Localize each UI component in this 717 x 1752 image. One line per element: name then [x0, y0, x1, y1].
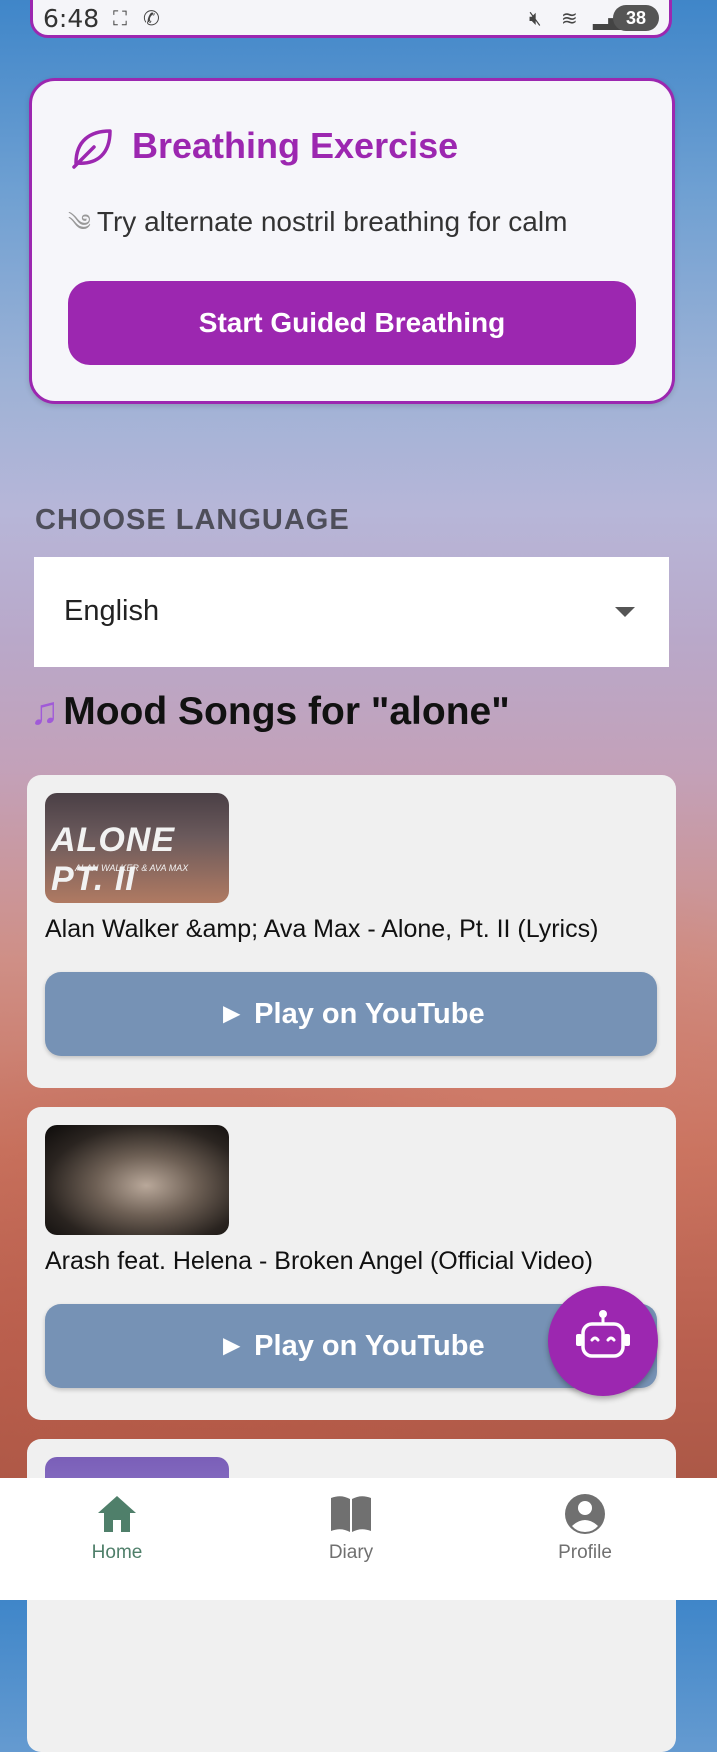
screenshot-icon: ⛶: [113, 6, 127, 30]
nav-profile-label: Profile: [558, 1542, 612, 1563]
mood-songs-heading: ♫ Mood Songs for "alone": [30, 690, 510, 734]
choose-language-label: CHOOSE LANGUAGE: [35, 504, 350, 536]
song-title: Alan Walker &amp; Ava Max - Alone, Pt. I…: [45, 915, 599, 943]
dropdown-arrow-icon: [615, 607, 635, 617]
status-bar: 6:48 ⛶ ✆ 🔇︎ ≋ ▂▄▆ 38: [30, 0, 672, 38]
song-thumbnail[interactable]: [45, 1125, 229, 1235]
play-on-youtube-button[interactable]: ► Play on YouTube: [45, 972, 657, 1056]
music-note-icon: ♫: [30, 690, 60, 733]
wifi-icon: ≋: [561, 6, 578, 30]
song-thumbnail[interactable]: ALONE PT. II ALAN WALKER & AVA MAX: [45, 793, 229, 903]
nav-profile[interactable]: Profile: [515, 1478, 655, 1600]
status-time: 6:48: [43, 4, 100, 33]
breathing-title: Breathing Exercise: [132, 125, 459, 166]
book-icon: [331, 1496, 371, 1532]
thumbnail-subtitle: ALAN WALKER & AVA MAX: [75, 863, 189, 873]
nav-home[interactable]: Home: [47, 1478, 187, 1600]
language-select[interactable]: English: [34, 557, 669, 667]
song-card: ALONE PT. II ALAN WALKER & AVA MAX Alan …: [27, 775, 676, 1088]
home-icon: [98, 1496, 136, 1532]
bottom-navigation: Home Diary Profile: [0, 1478, 717, 1600]
breathing-exercise-card: Breathing Exercise ༄ Try alternate nostri…: [29, 78, 675, 404]
chatbot-button[interactable]: [548, 1286, 658, 1396]
nav-diary[interactable]: Diary: [281, 1478, 421, 1600]
breathing-subtitle: ༄ Try alternate nostril breathing for cal…: [68, 197, 567, 264]
nav-diary-label: Diary: [328, 1542, 374, 1563]
language-selected-value: English: [64, 595, 160, 627]
breathing-subtitle-text: Try alternate nostril breathing for calm: [96, 206, 568, 237]
wind-face-icon: ༄: [68, 210, 91, 237]
mood-songs-title: Mood Songs for "alone": [63, 690, 510, 733]
robot-icon: [576, 1310, 630, 1358]
song-title: Arash feat. Helena - Broken Angel (Offic…: [45, 1247, 593, 1275]
whatsapp-icon: ✆: [143, 6, 160, 30]
thumbnail-title: ALONE PT. II: [51, 821, 175, 898]
battery-indicator: 38: [613, 5, 659, 31]
nav-home-label: Home: [91, 1542, 143, 1563]
start-guided-breathing-button[interactable]: Start Guided Breathing: [68, 281, 636, 365]
mute-icon: 🔇︎: [529, 6, 542, 30]
account-icon: [565, 1494, 605, 1534]
leaf-icon: [72, 129, 112, 169]
